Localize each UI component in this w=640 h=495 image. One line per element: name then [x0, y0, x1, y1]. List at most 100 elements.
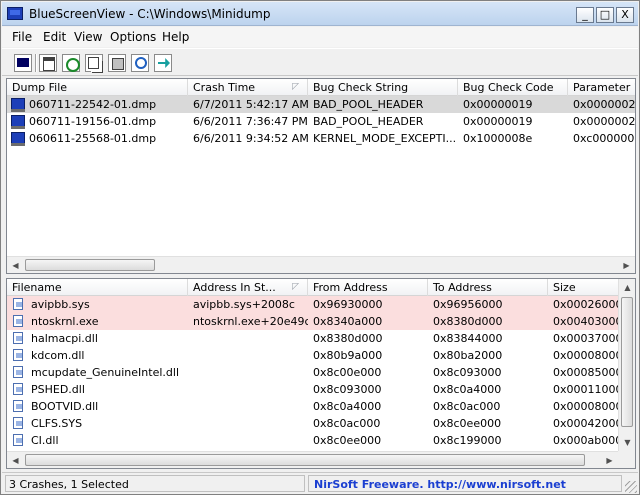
from-address: 0x80b9a000 — [313, 349, 383, 362]
col-filename[interactable]: Filename — [7, 279, 188, 296]
scroll-left-icon[interactable]: ◀ — [7, 257, 24, 273]
address-in-stack: avipbb.sys+2008c — [193, 298, 295, 311]
driver-list[interactable]: Filename Address In St... ◸ From Address … — [6, 278, 636, 469]
dump-list-hscrollbar[interactable]: ◀ ▶ — [7, 256, 635, 273]
scroll-thumb[interactable] — [621, 297, 633, 427]
driver-filename: mcupdate_GenuineIntel.dll — [31, 366, 179, 379]
find-icon[interactable] — [131, 54, 149, 72]
menu-edit[interactable]: Edit — [43, 30, 66, 44]
menu-options[interactable]: Options — [110, 30, 156, 44]
bug-check-code: 0x00000019 — [463, 98, 533, 111]
col-bug-check-code[interactable]: Bug Check Code — [458, 79, 568, 96]
driver-row[interactable]: BOOTVID.dll 0x8c0a4000 0x8c0ac000 0x0000… — [7, 398, 618, 415]
properties-icon[interactable] — [39, 54, 57, 72]
size: 0x00008000 — [553, 349, 618, 362]
col-size-label: Size — [553, 281, 576, 294]
menu-file[interactable]: File — [12, 30, 32, 44]
copy-icon[interactable] — [85, 54, 103, 72]
dump-row[interactable]: 060611-25568-01.dmp 6/6/2011 9:34:52 AM … — [7, 130, 635, 147]
scroll-right-icon[interactable]: ▶ — [618, 257, 635, 273]
size: 0x000ab000 — [553, 434, 618, 447]
from-address: 0x96930000 — [313, 298, 383, 311]
to-address: 0x8c0ac000 — [433, 400, 501, 413]
scroll-thumb[interactable] — [25, 259, 155, 271]
from-address: 0x8c093000 — [313, 383, 382, 396]
driver-row[interactable]: CLFS.SYS 0x8c0ac000 0x8c0ee000 0x0004200… — [7, 415, 618, 432]
address-in-stack — [188, 415, 308, 432]
bug-check-string: BAD_POOL_HEADER — [313, 98, 424, 111]
bug-check-code: 0x1000008e — [463, 132, 533, 145]
dump-file-name: 060611-25568-01.dmp — [29, 132, 157, 145]
size: 0x00037000 — [553, 332, 618, 345]
crash-time: 6/6/2011 9:34:52 AM — [193, 132, 308, 145]
driver-filename: PSHED.dll — [31, 383, 85, 396]
bug-check-code: 0x00000019 — [463, 115, 533, 128]
driver-file-icon — [13, 434, 23, 446]
col-bug-check-string-label: Bug Check String — [313, 81, 409, 94]
address-in-stack — [188, 432, 308, 449]
driver-file-icon — [13, 400, 23, 412]
dump-list[interactable]: Dump File Crash Time ◸ Bug Check String B… — [6, 78, 636, 274]
col-bug-check-string[interactable]: Bug Check String — [308, 79, 458, 96]
driver-filename: CLFS.SYS — [31, 417, 83, 430]
driver-filename: CI.dll — [31, 434, 59, 447]
scroll-left-icon[interactable]: ◀ — [7, 452, 24, 468]
minimize-button[interactable]: _ — [576, 7, 594, 23]
driver-row[interactable]: avipbb.sys avipbb.sys+2008c 0x96930000 0… — [7, 296, 618, 313]
bug-check-string: KERNEL_MODE_EXCEPTI... — [313, 132, 457, 145]
driver-row[interactable]: kdcom.dll 0x80b9a000 0x80ba2000 0x000080… — [7, 347, 618, 364]
menu-view[interactable]: View — [74, 30, 102, 44]
menu-help[interactable]: Help — [162, 30, 189, 44]
col-crash-time-label: Crash Time — [193, 81, 256, 94]
advanced-options-icon[interactable] — [108, 54, 126, 72]
address-in-stack — [188, 398, 308, 415]
col-crash-time[interactable]: Crash Time ◸ — [188, 79, 308, 96]
html-report-icon[interactable] — [14, 54, 32, 72]
col-to-address[interactable]: To Address — [428, 279, 548, 296]
col-address-in-stack[interactable]: Address In St... ◸ — [188, 279, 308, 296]
from-address: 0x8c00e000 — [313, 366, 382, 379]
status-bar: 3 Crashes, 1 Selected NirSoft Freeware. … — [2, 472, 638, 494]
scroll-down-icon[interactable]: ▼ — [619, 434, 635, 451]
driver-file-icon — [13, 349, 23, 361]
driver-row[interactable]: mcupdate_GenuineIntel.dll 0x8c00e000 0x8… — [7, 364, 618, 381]
col-dump-file-label: Dump File — [12, 81, 68, 94]
parameter-1: 0x00000020 — [573, 98, 636, 111]
crash-time: 6/6/2011 7:36:47 PM — [193, 115, 308, 128]
dump-row[interactable]: 060711-22542-01.dmp 6/7/2011 5:42:17 AM … — [7, 96, 636, 113]
parameter-1: 0x00000020 — [573, 115, 636, 128]
size: 0x00042000 — [553, 417, 618, 430]
driver-list-vscrollbar[interactable]: ▲ ▼ — [618, 279, 635, 451]
col-dump-file[interactable]: Dump File — [7, 79, 188, 96]
nirsoft-link[interactable]: NirSoft Freeware. http://www.nirsoft.net — [308, 475, 622, 492]
exit-icon[interactable] — [154, 54, 172, 72]
close-button[interactable]: X — [616, 7, 634, 23]
col-parameter-1[interactable]: Parameter 1 — [568, 79, 635, 96]
driver-filename: ntoskrnl.exe — [31, 315, 99, 328]
scroll-thumb[interactable] — [25, 454, 585, 466]
driver-file-icon — [13, 366, 23, 378]
from-address: 0x8c0ee000 — [313, 434, 382, 447]
driver-list-hscrollbar[interactable]: ◀ ▶ — [7, 451, 618, 468]
scroll-right-icon[interactable]: ▶ — [601, 452, 618, 468]
size: 0x00008000 — [553, 400, 618, 413]
scroll-up-icon[interactable]: ▲ — [619, 279, 635, 296]
to-address: 0x80ba2000 — [433, 349, 503, 362]
driver-filename: kdcom.dll — [31, 349, 85, 362]
driver-row[interactable]: ntoskrnl.exe ntoskrnl.exe+20e49c 0x8340a… — [7, 313, 618, 330]
driver-file-icon — [13, 298, 23, 310]
driver-row[interactable]: CI.dll 0x8c0ee000 0x8c199000 0x000ab000 — [7, 432, 618, 449]
refresh-icon[interactable] — [62, 54, 80, 72]
driver-row[interactable]: halmacpi.dll 0x8380d000 0x83844000 0x000… — [7, 330, 618, 347]
title-bar[interactable]: BlueScreenView - C:\Windows\Minidump _ □… — [2, 2, 638, 26]
dump-file-name: 060711-22542-01.dmp — [29, 98, 157, 111]
address-in-stack — [188, 330, 308, 347]
driver-row[interactable]: PSHED.dll 0x8c093000 0x8c0a4000 0x000110… — [7, 381, 618, 398]
status-crash-count: 3 Crashes, 1 Selected — [5, 475, 305, 492]
address-in-stack — [188, 364, 308, 381]
resize-grip-icon[interactable] — [625, 481, 637, 493]
maximize-button[interactable]: □ — [596, 7, 614, 23]
col-from-address[interactable]: From Address — [308, 279, 428, 296]
dump-row[interactable]: 060711-19156-01.dmp 6/6/2011 7:36:47 PM … — [7, 113, 636, 130]
bug-check-string: BAD_POOL_HEADER — [313, 115, 424, 128]
